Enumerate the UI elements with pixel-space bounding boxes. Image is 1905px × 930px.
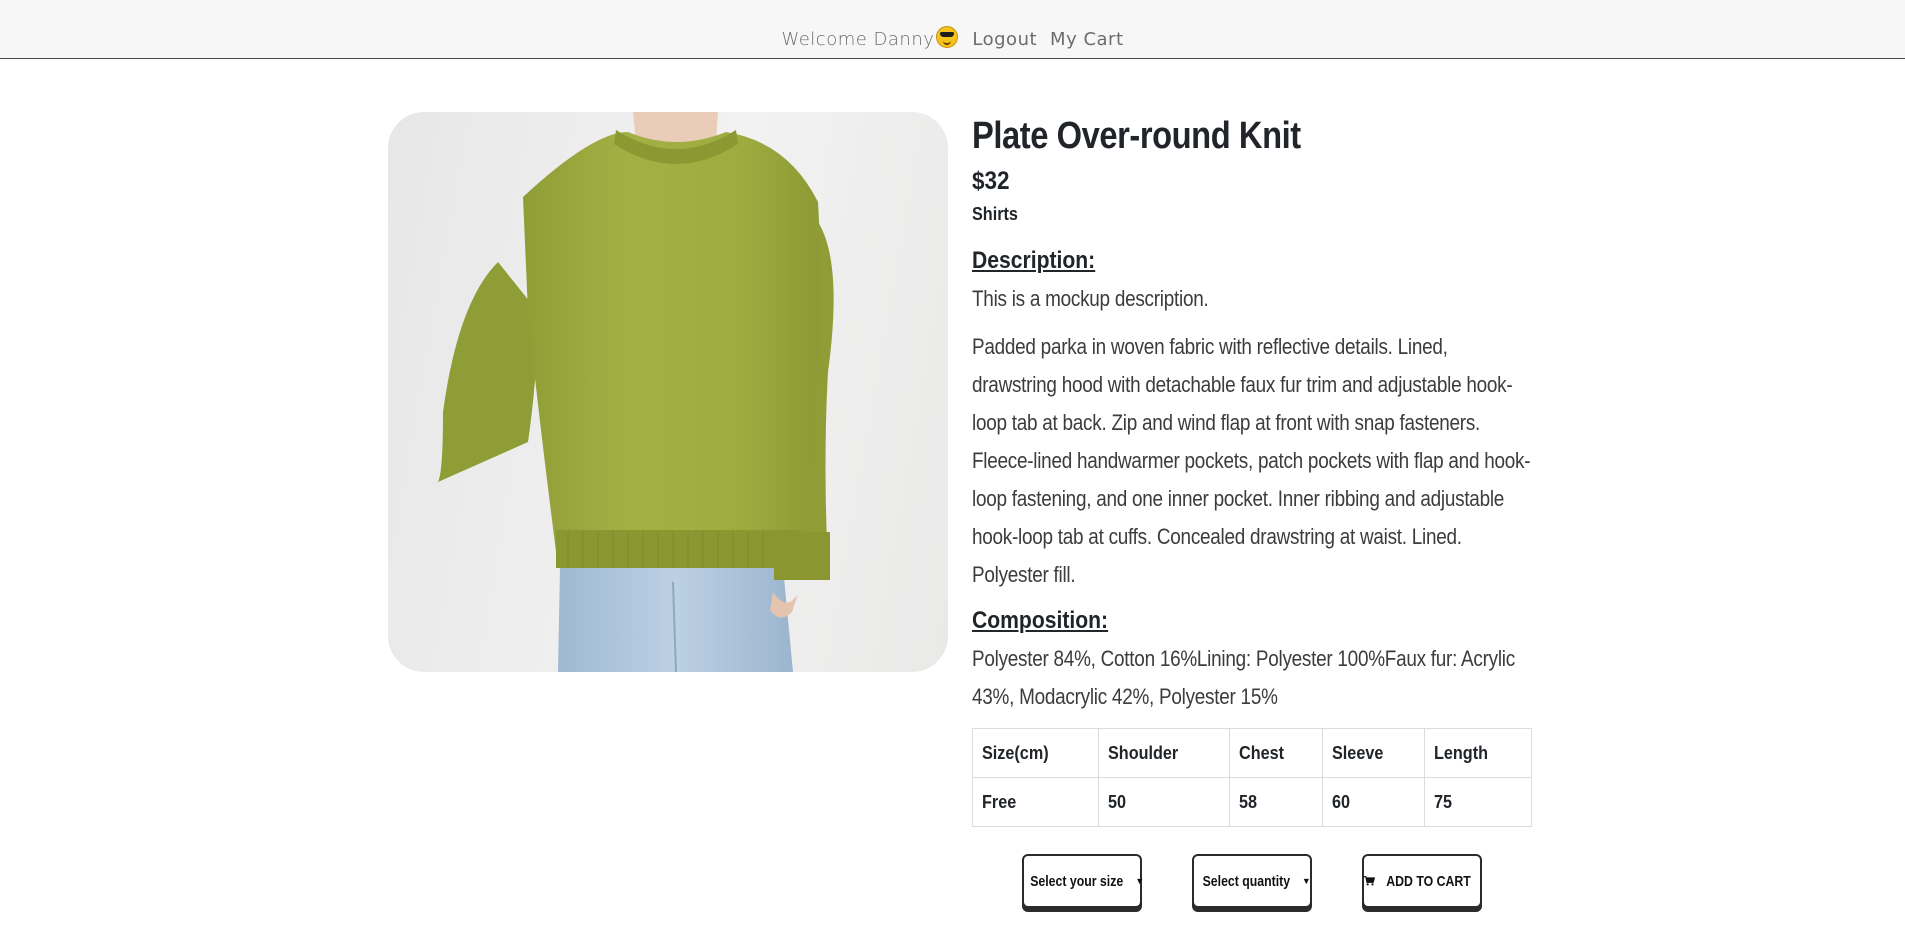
composition-text: Polyester 84%, Cotton 16%Lining: Polyest…	[972, 646, 1515, 709]
table-row: Free 50 58 60 75	[972, 777, 1532, 827]
size-table-cell: 50	[1097, 777, 1230, 827]
shopping-cart-icon	[1364, 876, 1375, 886]
size-table-cell: 58	[1228, 777, 1323, 827]
logout-link[interactable]: Logout	[972, 29, 1037, 50]
caret-down-icon: ▼	[1135, 876, 1145, 886]
nav-links: Welcome Danny Logout My Cart	[781, 26, 1123, 50]
sunglasses-face-icon	[936, 26, 959, 48]
size-table-header: Sleeve	[1321, 728, 1426, 778]
size-table-header: Length	[1424, 728, 1532, 778]
product-image	[388, 112, 948, 672]
add-to-cart-label: ADD TO CART	[1386, 872, 1471, 890]
size-select[interactable]: Select your size ▼	[1022, 854, 1145, 908]
size-select-label: Select your size	[1030, 872, 1124, 890]
description-heading: Description:	[972, 247, 1096, 274]
product-price: $32	[972, 167, 1010, 195]
composition-heading: Composition:	[972, 607, 1109, 634]
quantity-select-label: Select quantity	[1202, 872, 1291, 890]
product-title: Plate Over-round Knit	[972, 115, 1301, 157]
product-details: Plate Over-round Knit $32 Shirts Descrip…	[972, 112, 1532, 827]
product-category: Shirts	[972, 204, 1018, 224]
size-table-header: Size(cm)	[972, 728, 1099, 778]
size-table-cell: 75	[1424, 777, 1532, 827]
welcome-text: Welcome Danny	[781, 28, 935, 50]
size-table-cell: Free	[972, 777, 1099, 827]
size-table-header: Chest	[1228, 728, 1323, 778]
product-description: Padded parka in woven fabric with reflec…	[972, 334, 1531, 587]
size-table-header: Shoulder	[1097, 728, 1230, 778]
size-table-header-row: Size(cm) Shoulder Chest Sleeve Length	[972, 728, 1532, 778]
mockup-description: This is a mockup description.	[972, 286, 1209, 311]
quantity-select[interactable]: Select quantity ▼	[1192, 854, 1312, 908]
caret-down-icon: ▼	[1301, 876, 1311, 886]
add-to-cart-button[interactable]: ADD TO CART	[1362, 854, 1482, 908]
top-navbar: Welcome Danny Logout My Cart	[0, 0, 1905, 59]
size-table: Size(cm) Shoulder Chest Sleeve Length Fr…	[972, 728, 1532, 827]
size-table-cell: 60	[1321, 777, 1426, 827]
my-cart-link[interactable]: My Cart	[1050, 29, 1123, 50]
